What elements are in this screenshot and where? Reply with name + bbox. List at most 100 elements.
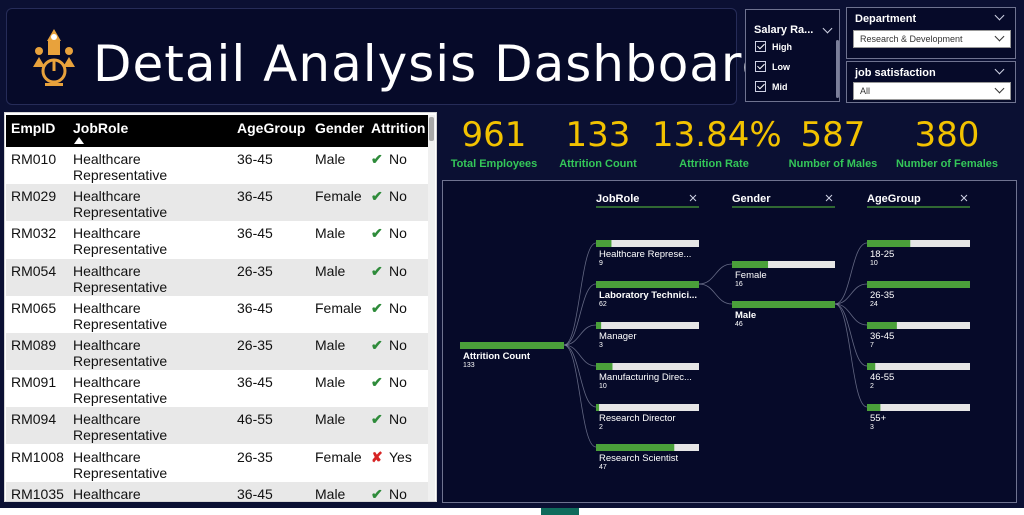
salary-option-mid[interactable]: Mid — [755, 81, 788, 92]
checkbox-icon[interactable] — [755, 81, 766, 92]
page-tabs-bar — [0, 508, 1024, 515]
active-page-tab[interactable] — [541, 508, 579, 515]
table-scrollbar-thumb[interactable] — [429, 117, 434, 141]
tree-node-bar — [596, 322, 602, 329]
dashboard-title: Detail Analysis Dashboard — [93, 35, 775, 93]
cell-agegroup: 36-45 — [237, 225, 273, 242]
attrition-value: No — [389, 299, 407, 316]
jobrole-line: Healthcare — [73, 151, 141, 167]
chevron-down-icon[interactable] — [822, 23, 833, 34]
chevron-down-icon[interactable] — [994, 31, 1005, 42]
jobrole-line: Representative — [73, 390, 168, 407]
table-row[interactable]: RM089 Healthcare Representative 26-35 Male ✔ N… — [6, 333, 429, 370]
tree-node-bar — [596, 444, 675, 451]
column-header-agegroup[interactable]: AgeGroup — [237, 120, 305, 136]
kpi-value: 961 — [461, 115, 527, 155]
tree-node-value: 2 — [599, 424, 603, 431]
kpi-value: 587 — [800, 115, 866, 155]
checkbox-icon[interactable] — [755, 41, 766, 52]
chevron-down-icon[interactable] — [994, 10, 1005, 21]
tree-node-value: 10 — [870, 260, 878, 267]
cross-icon: ✘ — [371, 448, 383, 465]
table-row[interactable]: RM029 Healthcare Representative 36-45 Female… — [6, 184, 429, 222]
cell-gender: Male — [315, 337, 346, 353]
cell-jobrole: Healthcare Representative — [73, 337, 233, 369]
kpi-attrition-rate: 13.84% Attrition Rate — [652, 114, 782, 170]
table-row[interactable]: RM065 Healthcare Representative 36-45 Female… — [6, 295, 429, 333]
chevron-down-icon[interactable] — [994, 64, 1005, 75]
tree-node-label: 26-35 — [870, 290, 894, 301]
table-row[interactable]: RM032 Healthcare Representative 36-45 Male ✔ N… — [6, 221, 429, 259]
salary-range-slicer[interactable]: Salary Ra... High Low Mid — [745, 9, 840, 102]
cell-empid: RM065 — [11, 299, 57, 316]
table-row[interactable]: RM010 Healthcare Representative 36-45 Male ✔ N… — [6, 147, 429, 184]
table-scrollbar-track[interactable] — [428, 115, 435, 501]
cell-jobrole: Healthcare Representative — [73, 225, 233, 257]
attrition-value: No — [389, 225, 407, 242]
jobrole-line: Representative — [73, 315, 168, 332]
chevron-down-icon[interactable] — [994, 83, 1005, 94]
close-icon — [960, 194, 968, 202]
table-row[interactable]: RM1008 Healthcare Representative 26-35 Femal… — [6, 444, 429, 482]
jobrole-line: Representative — [73, 278, 168, 295]
cell-jobrole: Healthcare Representative — [73, 151, 233, 183]
tree-node-value: 46 — [735, 321, 743, 328]
department-value: Research & Development — [860, 34, 963, 44]
column-header-empid[interactable]: EmpID — [11, 120, 55, 136]
tree-node-label: 46-55 — [870, 372, 894, 383]
jobrole-line: Representative — [73, 167, 168, 183]
tree-node-value: 24 — [870, 301, 878, 308]
slicer-scrollbar[interactable] — [836, 40, 839, 98]
table-row[interactable]: RM094 Healthcare Representative 46-55 Male ✔ N… — [6, 407, 429, 445]
tree-node-track — [596, 240, 699, 247]
kpi-label: Number of Females — [895, 158, 999, 170]
tree-node-bar — [596, 240, 612, 247]
tree-node-label: 55+ — [870, 413, 887, 424]
department-slicer[interactable]: Department Research & Development — [846, 7, 1016, 59]
sort-ascending-icon[interactable] — [74, 137, 84, 144]
tree-node-bar — [732, 301, 835, 308]
tree-node-bar — [867, 240, 911, 247]
tree-level-header: AgeGroup — [867, 193, 921, 205]
checkmark-icon: ✔ — [371, 225, 383, 242]
employee-table[interactable]: EmpID JobRole AgeGroup Gender Attrition … — [4, 112, 437, 502]
cell-jobrole: Healthcare Representative — [73, 263, 233, 295]
table-row[interactable]: RM1035 Healthcare 36-45 Male ✔ No — [6, 481, 429, 502]
tree-node-bar — [867, 404, 881, 411]
cell-attrition: ✔ No — [371, 485, 407, 502]
attrition-value: No — [389, 485, 407, 502]
tree-level-header: JobRole — [596, 193, 639, 205]
checkbox-icon[interactable] — [755, 61, 766, 72]
column-header-gender[interactable]: Gender — [315, 120, 364, 136]
cell-agegroup: 36-45 — [237, 188, 273, 205]
table-row[interactable]: RM054 Healthcare Representative 26-35 Male ✔ N… — [6, 258, 429, 296]
tree-node-track — [867, 404, 970, 411]
decomposition-tree[interactable]: JobRole Gender AgeGroup Attrition Count 133 H… — [442, 180, 1017, 503]
column-header-attrition[interactable]: Attrition — [371, 120, 425, 136]
jobrole-line: Healthcare — [73, 188, 141, 205]
cell-attrition: ✔ No — [371, 188, 407, 204]
salary-option-high[interactable]: High — [755, 41, 792, 52]
cell-attrition: ✔ No — [371, 300, 407, 316]
column-header-jobrole[interactable]: JobRole — [73, 120, 128, 136]
cell-agegroup: 26-35 — [237, 337, 273, 353]
cell-empid: RM010 — [11, 151, 57, 167]
job-satisfaction-slicer[interactable]: job satisfaction All — [846, 61, 1016, 103]
cell-gender: Female — [315, 188, 362, 205]
tree-node-label: Female — [735, 270, 767, 281]
kpi-number-of-females: 380 Number of Females — [893, 114, 1001, 170]
cell-empid: RM1035 — [11, 485, 64, 502]
table-row[interactable]: RM091 Healthcare Representative 36-45 Male ✔ N… — [6, 370, 429, 408]
cell-jobrole: Healthcare Representative — [73, 300, 233, 332]
tree-level-header: Gender — [732, 193, 771, 205]
cell-attrition: ✔ No — [371, 411, 407, 427]
salary-option-low[interactable]: Low — [755, 61, 790, 72]
department-dropdown[interactable]: Research & Development — [853, 30, 1011, 48]
job-satisfaction-dropdown[interactable]: All — [853, 82, 1011, 100]
cell-gender: Male — [315, 374, 346, 391]
cell-agegroup: 36-45 — [237, 151, 273, 167]
cell-agegroup: 26-35 — [237, 448, 273, 465]
checkmark-icon: ✔ — [371, 262, 383, 279]
tree-node-label: Manufacturing Direc... — [599, 372, 692, 383]
tree-node-value: 3 — [599, 342, 603, 349]
